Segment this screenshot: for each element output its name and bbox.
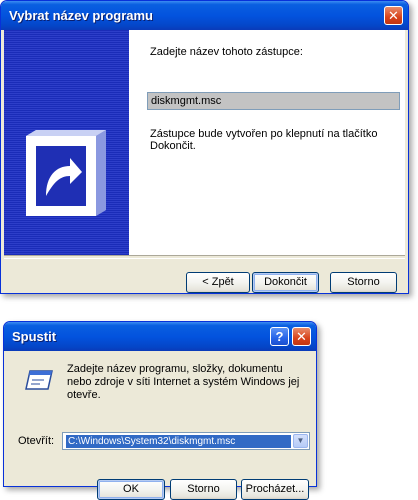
shortcut-name-input[interactable]: diskmgmt.msc <box>147 92 400 110</box>
run-cancel-button[interactable]: Storno <box>170 479 237 500</box>
close-icon[interactable]: ✕ <box>292 327 311 346</box>
close-icon[interactable]: ✕ <box>384 6 403 25</box>
wizard-graphic-panel <box>4 30 129 255</box>
browse-button[interactable]: Procházet... <box>241 479 309 500</box>
run-title: Spustit <box>12 329 57 344</box>
wizard-info-text: Zástupce bude vytvořen po klepnutí na tl… <box>150 128 378 152</box>
open-combobox[interactable]: C:\Windows\System32\diskmgmt.msc ▼ <box>62 432 310 450</box>
open-label: Otevřít: <box>18 435 55 447</box>
help-icon[interactable]: ? <box>270 327 289 346</box>
shortcut-wizard-window: Vybrat název programu ✕ Zadejte název to… <box>0 0 409 294</box>
open-input-value[interactable]: C:\Windows\System32\diskmgmt.msc <box>66 435 291 448</box>
back-button[interactable]: < Zpět <box>186 272 250 293</box>
wizard-title: Vybrat název programu <box>9 8 154 23</box>
run-titlebar[interactable]: Spustit ? ✕ <box>4 322 316 351</box>
run-content: Zadejte název programu, složky, dokument… <box>7 351 313 500</box>
shortcut-name-label: Zadejte název tohoto zástupce: <box>150 46 303 58</box>
wizard-divider <box>4 255 405 259</box>
wizard-titlebar[interactable]: Vybrat název programu ✕ <box>1 1 408 30</box>
run-dialog-window: Spustit ? ✕ Zadejte název programu, slož… <box>3 321 317 500</box>
cancel-button[interactable]: Storno <box>330 272 397 293</box>
shortcut-arrow-icon <box>26 130 106 216</box>
wizard-content: Zadejte název tohoto zástupce: diskmgmt.… <box>4 30 405 293</box>
ok-button[interactable]: OK <box>97 479 165 500</box>
run-icon <box>25 370 53 390</box>
chevron-down-icon[interactable]: ▼ <box>293 434 308 448</box>
run-description: Zadejte název programu, složky, dokument… <box>67 363 300 401</box>
finish-button[interactable]: Dokončit <box>252 272 319 293</box>
